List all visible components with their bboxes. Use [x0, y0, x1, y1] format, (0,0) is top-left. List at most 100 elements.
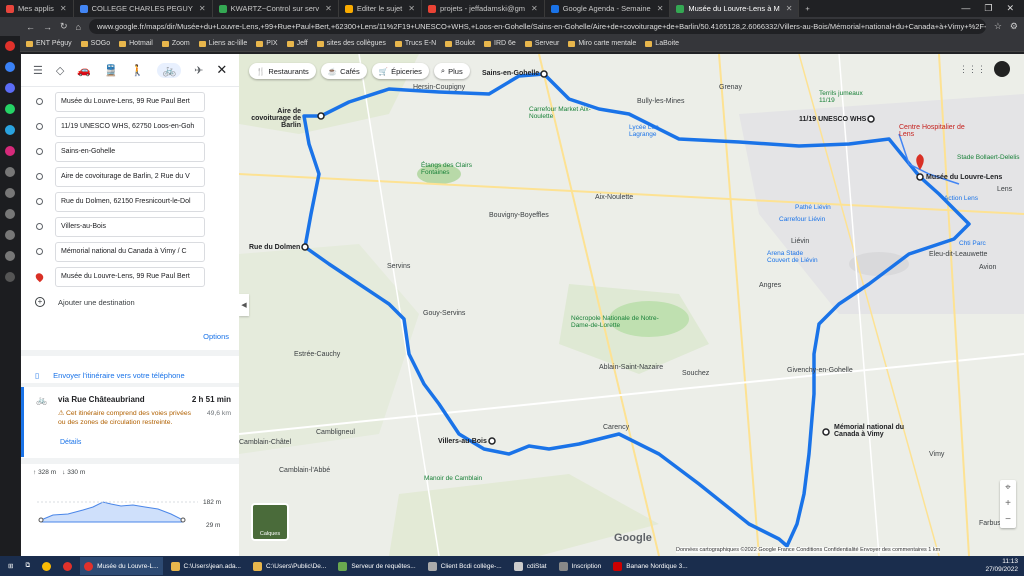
bookmark-item[interactable]: Trucs E-N: [394, 40, 436, 47]
settings-icon[interactable]: [5, 251, 15, 261]
bookmark-item[interactable]: Serveur: [524, 40, 559, 47]
home-icon[interactable]: ⌂: [76, 22, 81, 32]
stop-input[interactable]: Aire de covoiturage de Barlin, 2 Rue du …: [55, 166, 205, 187]
layers-button[interactable]: Calques: [251, 503, 289, 541]
stop-input[interactable]: Musée du Louvre-Lens, 99 Rue Paul Bert: [55, 91, 205, 112]
stop-row: Villers-au-Bois: [21, 214, 239, 239]
stop-input[interactable]: Sains-en-Gohelle: [55, 141, 205, 162]
tab-6[interactable]: Musée du Louvre-Lens à M ✕: [670, 0, 800, 17]
new-tab-button[interactable]: +: [799, 0, 815, 17]
details-link[interactable]: Détails: [60, 439, 81, 446]
minimize-icon[interactable]: —: [961, 3, 970, 14]
tab-close-icon[interactable]: ✕: [60, 4, 67, 13]
walk-icon[interactable]: 🚶: [131, 64, 145, 77]
history-icon[interactable]: [5, 230, 15, 240]
descent-value: 330 m: [67, 469, 86, 476]
my-location-icon[interactable]: ⌖: [1005, 480, 1011, 496]
best-route-icon[interactable]: ◇: [56, 64, 64, 77]
tab-3[interactable]: Editer le sujet ✕: [339, 0, 422, 17]
tab-close-icon[interactable]: ✕: [408, 4, 415, 13]
back-icon[interactable]: ←: [26, 22, 35, 32]
stop-input[interactable]: Villers-au-Bois: [55, 216, 205, 237]
tab-4[interactable]: projets - jeffadamski@gm ✕: [422, 0, 545, 17]
transit-icon[interactable]: 🚆: [104, 64, 118, 77]
bookmark-label: Boulot: [455, 40, 476, 47]
tab-5[interactable]: Google Agenda - Semaine ✕: [545, 0, 671, 17]
tab-0[interactable]: Mes applis ✕: [0, 0, 74, 17]
tab-close-icon[interactable]: ✕: [657, 4, 664, 13]
menu-icon[interactable]: ☰: [33, 64, 43, 77]
taskbar-item[interactable]: Banane Nordique 3...: [609, 557, 691, 575]
taskbar-item[interactable]: Client Bcdi collège-...: [424, 557, 506, 575]
taskbar-item[interactable]: Musée du Louvre-L...: [80, 557, 163, 575]
speed-dial-icon[interactable]: [5, 62, 15, 72]
maximize-icon[interactable]: ❐: [984, 3, 992, 14]
bookmark-item[interactable]: Liens ac-lille: [198, 40, 247, 47]
route-header: via Rue Châteaubriand 2 h 51 min: [36, 395, 231, 404]
tab-close-icon[interactable]: ✕: [786, 4, 793, 13]
map-canvas[interactable]: 🍴 Restaurants ☕ Cafés 🛒 Épiceries ⌕ Plus ⋮⋮⋮…: [239, 54, 1024, 556]
tab-2[interactable]: KWARTZ~Control sur serv ✕: [213, 0, 339, 17]
telegram-icon[interactable]: [5, 125, 15, 135]
bookmark-star-icon[interactable]: ☆: [994, 21, 1002, 32]
heart-icon[interactable]: [5, 209, 15, 219]
bookmark-label: Jeff: [296, 40, 308, 47]
extensions-icon[interactable]: ⚙: [1010, 21, 1018, 32]
route-option[interactable]: 🚲 via Rue Châteaubriand 2 h 51 min ⚠ Cet…: [21, 387, 239, 457]
chrome-icon[interactable]: [38, 557, 55, 575]
close-directions-icon[interactable]: ✕: [216, 62, 227, 78]
tab-close-icon[interactable]: ✕: [325, 4, 332, 13]
reload-icon[interactable]: ↻: [60, 21, 68, 32]
tab-close-icon[interactable]: ✕: [199, 4, 206, 13]
bookmark-item[interactable]: Jeff: [286, 40, 308, 47]
opera-logo-icon[interactable]: [5, 41, 15, 51]
forward-icon[interactable]: →: [43, 22, 52, 32]
taskbar-item[interactable]: C:\Users\jean.ada...: [167, 557, 245, 575]
taskbar-item[interactable]: cdiStat: [510, 557, 551, 575]
bookmark-item[interactable]: Zoom: [161, 40, 190, 47]
options-link[interactable]: Options: [203, 332, 229, 341]
zoom-out-button[interactable]: −: [1005, 512, 1011, 528]
stop-row: Rue du Dolmen, 62150 Fresnicourt-le-Dol: [21, 189, 239, 214]
bookmark-item[interactable]: Hotmail: [119, 40, 153, 47]
bookmark-item[interactable]: sites des collègues: [316, 40, 386, 47]
zoom-in-button[interactable]: +: [1005, 496, 1011, 512]
bookmark-item[interactable]: ENT Péguy: [26, 40, 72, 47]
whatsapp-icon[interactable]: [5, 104, 15, 114]
stop-input[interactable]: 11/19 UNESCO WHS, 62750 Loos-en-Goh: [55, 116, 205, 137]
add-destination-button[interactable]: + Ajouter une destination: [21, 289, 239, 315]
bookmark-item[interactable]: Boulot: [445, 40, 475, 47]
send-icon[interactable]: [5, 188, 15, 198]
opera-icon[interactable]: [59, 557, 76, 575]
stop-input[interactable]: Rue du Dolmen, 62150 Fresnicourt-le-Dol: [55, 191, 205, 212]
start-icon[interactable]: ⊞: [4, 557, 17, 575]
system-clock[interactable]: 11:13 27/09/2022: [985, 558, 1024, 574]
stop-input[interactable]: Musée du Louvre-Lens, 99 Rue Paul Bert: [55, 266, 205, 287]
taskbar-item[interactable]: Serveur de requêtes...: [334, 557, 419, 575]
tab-1[interactable]: COLLEGE CHARLES PEGUY ✕: [74, 0, 213, 17]
flight-icon[interactable]: ✈: [194, 64, 203, 77]
messenger-icon[interactable]: [5, 83, 15, 93]
bookmark-item[interactable]: SOGo: [80, 40, 110, 47]
more-icon[interactable]: [5, 272, 15, 282]
taskbar-item-label: Client Bcdi collège-...: [440, 562, 502, 570]
tab-close-icon[interactable]: ✕: [531, 4, 538, 13]
bookmark-item[interactable]: Miro carte mentale: [568, 40, 636, 47]
url-field[interactable]: www.google.fr/maps/dir/Musée+du+Louvre-L…: [88, 19, 986, 34]
car-icon[interactable]: 🚗: [77, 64, 91, 77]
close-window-icon[interactable]: ✕: [1006, 3, 1014, 14]
window-controls: — ❐ ✕: [961, 3, 1024, 14]
route-duration: 2 h 51 min: [191, 395, 231, 404]
taskbar-item[interactable]: C:\Users\Public\De...: [249, 557, 330, 575]
bookmark-item[interactable]: LaBoite: [645, 40, 679, 47]
task-view-icon[interactable]: ⧉: [21, 557, 34, 575]
instagram-icon[interactable]: [5, 146, 15, 156]
bike-icon[interactable]: 🚲: [157, 62, 182, 78]
stop-input[interactable]: Mémorial national du Canada à Vimy / C: [55, 241, 205, 262]
clock-icon[interactable]: [5, 167, 15, 177]
taskbar-item[interactable]: Inscription: [555, 557, 606, 575]
bookmark-item[interactable]: PIX: [256, 40, 278, 47]
bookmark-label: PIX: [266, 40, 278, 47]
waypoint-dot-icon: [36, 173, 43, 180]
bookmark-item[interactable]: IRD 6e: [484, 40, 516, 47]
